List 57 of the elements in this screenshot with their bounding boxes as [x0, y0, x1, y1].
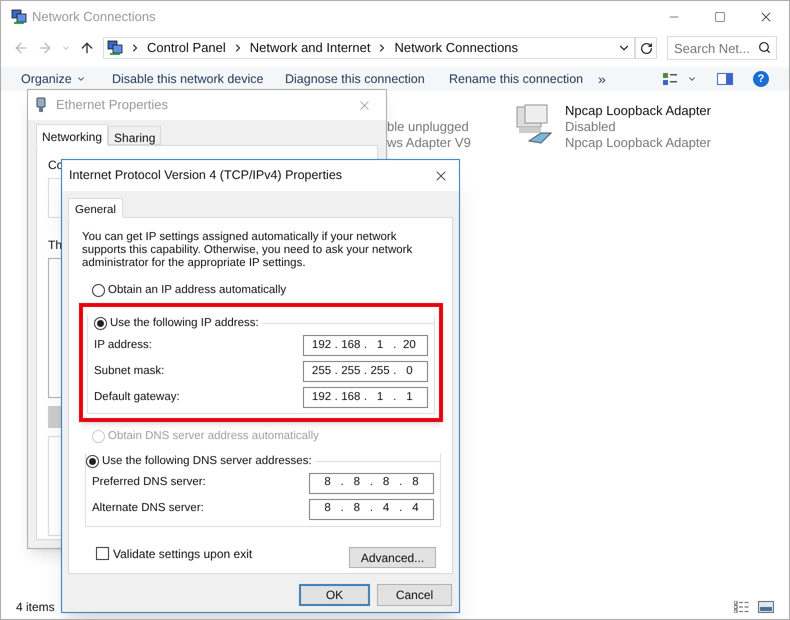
- up-icon[interactable]: [79, 40, 95, 56]
- organize-menu[interactable]: Organize: [21, 70, 112, 88]
- radio-label: Obtain DNS server address automatically: [108, 428, 319, 444]
- dialog-title: Ethernet Properties: [56, 96, 168, 114]
- toolbar-button[interactable]: Diagnose this connection: [285, 70, 449, 88]
- toolbar-button[interactable]: Disable this network device: [112, 70, 285, 88]
- details-view-icon[interactable]: [734, 601, 750, 613]
- ip-address-field[interactable]: 8 . 8 . 4 . 4: [309, 498, 434, 520]
- more-button[interactable]: »: [598, 68, 606, 90]
- view-icon[interactable]: [663, 73, 677, 85]
- help-icon[interactable]: ?: [753, 71, 769, 87]
- tab[interactable]: Networking: [36, 124, 108, 146]
- status-text: 4 items: [16, 599, 55, 616]
- refresh-button[interactable]: [635, 37, 657, 59]
- field-label: IP address:: [94, 338, 152, 353]
- search-icon: [758, 41, 771, 54]
- cancel-button[interactable]: Cancel: [377, 584, 452, 606]
- radio-label: Use the following IP address:: [110, 316, 259, 332]
- dialog-title: Internet Protocol Version 4 (TCP/IPv4) Properties: [69, 167, 342, 184]
- description-text: You can get IP settings assigned automatically if your network supports this capability. Otherwise, you need to ask your network administrator for the appropriate IP settings.: [82, 231, 414, 270]
- field-label: Preferred DNS server:: [92, 475, 206, 490]
- tab[interactable]: Sharing: [108, 126, 162, 145]
- field-label: Alternate DNS server:: [92, 501, 204, 516]
- radio-button[interactable]: [92, 284, 105, 298]
- ip-address-field[interactable]: 192 . 168 . 1 . 20: [303, 335, 428, 356]
- tab[interactable]: General: [68, 198, 123, 218]
- connection-name[interactable]: Npcap Loopback Adapter: [565, 103, 711, 119]
- ip-address-field[interactable]: 192 . 168 . 1 . 1: [303, 387, 428, 408]
- network-icon: [107, 40, 123, 56]
- connection-status: ble unplugged: [387, 119, 470, 135]
- connection-status: Disabled: [565, 119, 617, 135]
- device-name: Npcap Loopback Adapter: [565, 135, 711, 151]
- refresh-icon[interactable]: [640, 42, 652, 54]
- breadcrumb-item[interactable]: Control Panel: [147, 38, 226, 58]
- window-icon: [11, 9, 27, 25]
- ip-address-field[interactable]: 255 . 255 . 255 . 0: [303, 361, 428, 382]
- preview-pane-icon[interactable]: [717, 73, 733, 85]
- radio-label: Use the following DNS server addresses:: [102, 454, 312, 469]
- radio-button[interactable]: [86, 454, 99, 468]
- search-field[interactable]: Search Net...: [667, 36, 777, 60]
- advanced-button[interactable]: Advanced...: [349, 547, 436, 568]
- toolbar-button[interactable]: Rename this connection: [449, 70, 598, 88]
- tiles-view-icon[interactable]: [758, 601, 774, 613]
- adapter-icon: [36, 97, 46, 113]
- checkbox[interactable]: [96, 547, 109, 560]
- address-bar[interactable]: Control Panel Network and Internet Network Connections: [103, 37, 635, 59]
- breadcrumb-item[interactable]: Network Connections: [394, 38, 518, 58]
- checkbox-label: Validate settings upon exit: [113, 546, 252, 562]
- window-title: Network Connections: [32, 8, 156, 26]
- ip-address-field[interactable]: 8 . 8 . 8 . 8: [309, 472, 434, 494]
- field-label: Default gateway:: [94, 390, 180, 405]
- breadcrumb-item[interactable]: Network and Internet: [250, 38, 370, 58]
- device-name: ws Adapter V9: [387, 135, 472, 151]
- ok-button[interactable]: OK: [299, 584, 370, 606]
- radio-label: Obtain an IP address automatically: [108, 283, 286, 298]
- field-label: Subnet mask:: [94, 364, 164, 379]
- radio-button[interactable]: [94, 317, 107, 330]
